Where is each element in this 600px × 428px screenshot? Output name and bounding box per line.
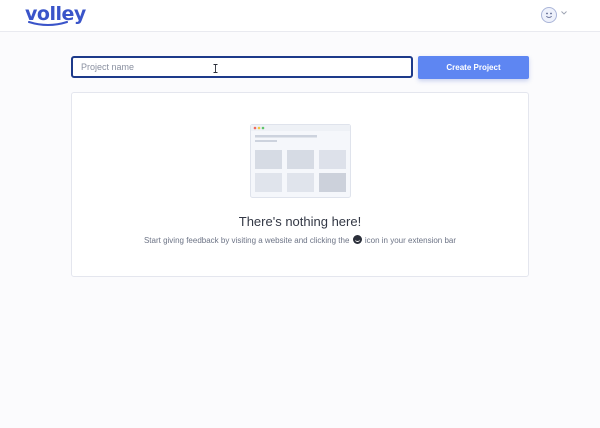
empty-state-subtitle: Start giving feedback by visiting a webs…	[72, 235, 528, 245]
create-project-button[interactable]: Create Project	[418, 56, 529, 79]
subtitle-text-after: icon in your extension bar	[364, 236, 457, 245]
empty-state-title: There's nothing here!	[238, 214, 362, 229]
chevron-down-icon	[561, 11, 567, 15]
smiley-avatar-icon	[541, 7, 557, 23]
account-menu[interactable]	[541, 7, 569, 25]
subtitle-text-before: Start giving feedback by visiting a webs…	[143, 236, 350, 245]
browser-grid-illustration	[250, 124, 351, 198]
top-bar: volley	[0, 0, 600, 32]
empty-state-panel: There's nothing here! Start giving feedb…	[71, 92, 529, 277]
project-name-input[interactable]	[71, 56, 413, 78]
text-cursor-icon	[213, 64, 218, 73]
logo-smile-icon	[28, 21, 68, 26]
volley-extension-icon	[352, 235, 362, 244]
